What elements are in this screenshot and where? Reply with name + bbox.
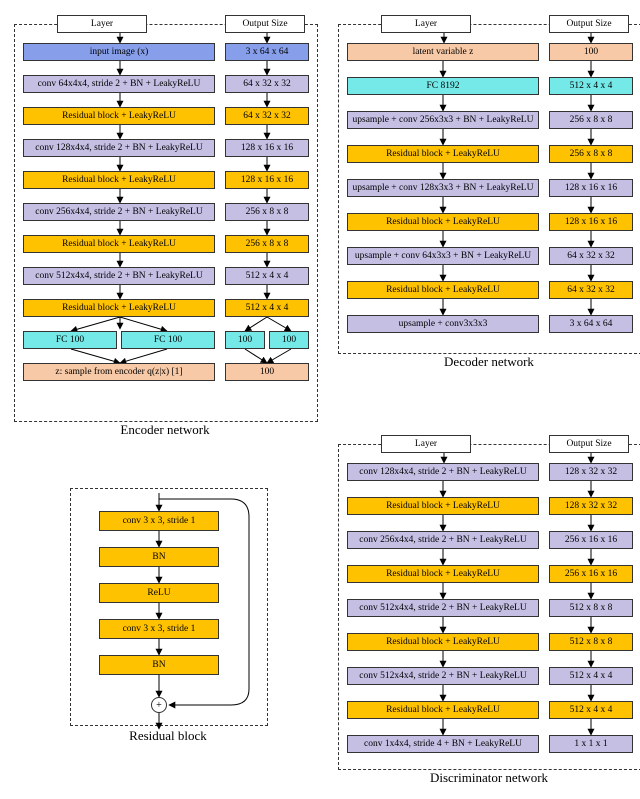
residual-layer-2: ReLU [99,583,219,603]
encoder-layer-7: conv 512x4x4, stride 2 + BN + LeakyReLU [23,267,215,285]
decoder-layer-4: upsample + conv 128x3x3 + BN + LeakyReLU [347,179,539,197]
disc-layer-1: Residual block + LeakyReLU [347,497,539,515]
encoder-out-4: 128 x 16 x 16 [225,171,309,189]
encoder-fc-out-left: 100 [225,331,265,349]
residual-layer-3: conv 3 x 3, stride 1 [99,619,219,639]
diagram-canvas: Layer Output Size input image (x)3 x 64 … [8,18,640,791]
encoder-layer-4: Residual block + LeakyReLU [23,171,215,189]
encoder-sample-out: 100 [225,363,309,381]
encoder-layer-1: conv 64x4x4, stride 2 + BN + LeakyReLU [23,75,215,93]
decoder-layer-1: FC 8192 [347,77,539,95]
decoder-out-4: 128 x 16 x 16 [549,179,633,197]
residual-layer-0: conv 3 x 3, stride 1 [99,511,219,531]
decoder-out-1: 512 x 4 x 4 [549,77,633,95]
encoder-fc-out-right: 100 [269,331,309,349]
decoder-out-8: 3 x 64 x 64 [549,315,633,333]
encoder-out-2: 64 x 32 x 32 [225,107,309,125]
decoder-layer-5: Residual block + LeakyReLU [347,213,539,231]
disc-layer-8: conv 1x4x4, stride 4 + BN + LeakyReLU [347,735,539,753]
encoder-out-7: 512 x 4 x 4 [225,267,309,285]
disc-layer-0: conv 128x4x4, stride 2 + BN + LeakyReLU [347,463,539,481]
sum-node: + [151,697,167,713]
disc-caption: Discriminator network [338,770,640,786]
encoder-layer-3: conv 128x4x4, stride 2 + BN + LeakyReLU [23,139,215,157]
encoder-sample: z: sample from encoder q(z|x) [1] [23,363,215,381]
residual-panel: conv 3 x 3, stride 1 BN ReLU conv 3 x 3, st… [70,488,268,726]
decoder-out-2: 256 x 8 x 8 [549,111,633,129]
disc-out-5: 512 x 8 x 8 [549,633,633,651]
encoder-layer-6: Residual block + LeakyReLU [23,235,215,253]
decoder-panel: Layer Output Size latent variable z100FC… [338,24,640,354]
disc-layer-6: conv 512x4x4, stride 2 + BN + LeakyReLU [347,667,539,685]
disc-layer-3: Residual block + LeakyReLU [347,565,539,583]
disc-layer-4: conv 512x4x4, stride 2 + BN + LeakyReLU [347,599,539,617]
disc-out-2: 256 x 16 x 16 [549,531,633,549]
disc-layer-2: conv 256x4x4, stride 2 + BN + LeakyReLU [347,531,539,549]
encoder-out-5: 256 x 8 x 8 [225,203,309,221]
decoder-out-7: 64 x 32 x 32 [549,281,633,299]
encoder-out-6: 256 x 8 x 8 [225,235,309,253]
discriminator-panel: Layer Output Size conv 128x4x4, stride 2… [338,444,640,770]
encoder-layer-5: conv 256x4x4, stride 2 + BN + LeakyReLU [23,203,215,221]
residual-caption: Residual block [70,728,266,744]
decoder-caption: Decoder network [338,354,640,370]
encoder-layer-2: Residual block + LeakyReLU [23,107,215,125]
decoder-out-6: 64 x 32 x 32 [549,247,633,265]
disc-out-4: 512 x 8 x 8 [549,599,633,617]
decoder-out-3: 256 x 8 x 8 [549,145,633,163]
decoder-layer-8: upsample + conv3x3x3 [347,315,539,333]
residual-layer-4: BN [99,655,219,675]
encoder-out-8: 512 x 4 x 4 [225,299,309,317]
encoder-out-1: 64 x 32 x 32 [225,75,309,93]
encoder-fc-left: FC 100 [23,331,117,349]
disc-out-1: 128 x 32 x 32 [549,497,633,515]
encoder-fc-right: FC 100 [121,331,215,349]
encoder-caption: Encoder network [14,422,316,438]
decoder-layer-2: upsample + conv 256x3x3 + BN + LeakyReLU [347,111,539,129]
disc-out-7: 512 x 4 x 4 [549,701,633,719]
decoder-layer-7: Residual block + LeakyReLU [347,281,539,299]
decoder-layer-0: latent variable z [347,43,539,61]
disc-out-3: 256 x 16 x 16 [549,565,633,583]
decoder-out-0: 100 [549,43,633,61]
decoder-out-5: 128 x 16 x 16 [549,213,633,231]
residual-layer-1: BN [99,547,219,567]
decoder-layer-6: upsample + conv 64x3x3 + BN + LeakyReLU [347,247,539,265]
encoder-panel: Layer Output Size input image (x)3 x 64 … [14,24,318,422]
encoder-out-0: 3 x 64 x 64 [225,43,309,61]
disc-out-6: 512 x 4 x 4 [549,667,633,685]
disc-out-8: 1 x 1 x 1 [549,735,633,753]
encoder-layer-0: input image (x) [23,43,215,61]
encoder-layer-8: Residual block + LeakyReLU [23,299,215,317]
disc-layer-5: Residual block + LeakyReLU [347,633,539,651]
disc-out-0: 128 x 32 x 32 [549,463,633,481]
encoder-out-3: 128 x 16 x 16 [225,139,309,157]
decoder-layer-3: Residual block + LeakyReLU [347,145,539,163]
disc-layer-7: Residual block + LeakyReLU [347,701,539,719]
